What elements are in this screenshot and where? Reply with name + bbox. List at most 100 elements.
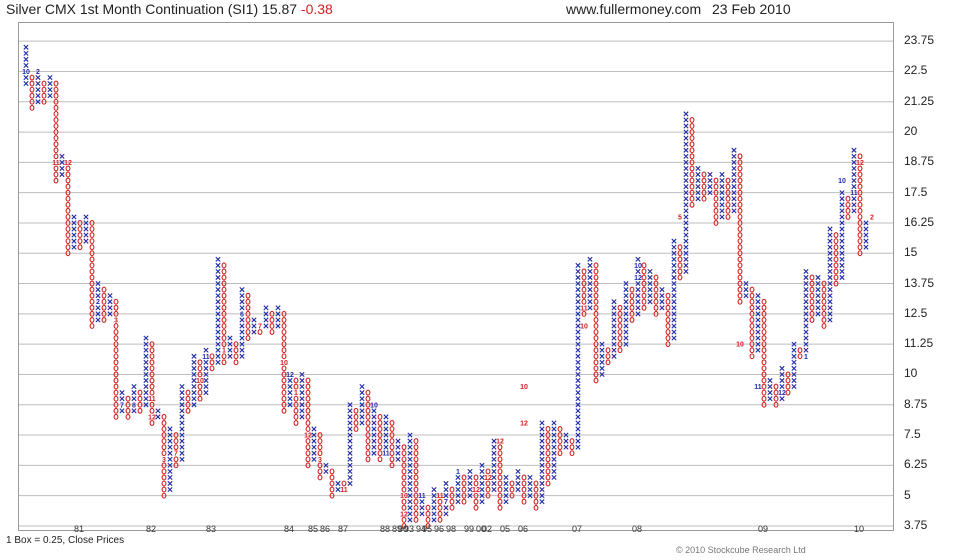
o-box xyxy=(533,504,539,511)
x-box xyxy=(287,383,293,390)
o-box xyxy=(161,426,167,432)
o-box xyxy=(161,438,167,445)
o-box xyxy=(221,304,227,311)
x-box xyxy=(587,256,593,262)
o-box xyxy=(89,262,95,269)
o-box xyxy=(689,171,695,178)
o-box xyxy=(77,244,83,251)
y-tick-label: 23.75 xyxy=(904,33,935,48)
o-box xyxy=(113,335,119,342)
o-box xyxy=(161,480,167,487)
x-box xyxy=(371,438,377,444)
o-box xyxy=(689,195,695,202)
o-box xyxy=(413,516,419,523)
x-column xyxy=(419,499,425,517)
x-box xyxy=(839,226,845,232)
x-box xyxy=(575,420,581,426)
x-box xyxy=(791,377,797,384)
x-box xyxy=(215,323,221,329)
x-box xyxy=(719,171,725,178)
pnf-chart: 10 211 12237 811123710111671012112311101112… xyxy=(19,40,893,529)
o-box xyxy=(641,304,647,311)
month-marker: 12 xyxy=(64,160,72,167)
x-box xyxy=(275,317,281,323)
title-text: Silver CMX 1st Month Continuation (SI1) … xyxy=(6,1,298,17)
x-box xyxy=(395,450,401,456)
x-box xyxy=(359,383,365,390)
x-column xyxy=(263,305,269,329)
o-box xyxy=(557,444,563,451)
o-box xyxy=(197,365,203,372)
o-box xyxy=(533,486,539,493)
o-box xyxy=(401,468,407,475)
o-box xyxy=(413,504,419,511)
o-box xyxy=(413,456,419,463)
x-box xyxy=(755,305,761,311)
x-box xyxy=(407,456,413,462)
o-box xyxy=(821,298,827,305)
x-box xyxy=(575,444,581,450)
x-box xyxy=(635,305,641,311)
o-box xyxy=(293,407,299,414)
x-box xyxy=(311,456,317,462)
month-marker: 12 xyxy=(286,372,294,379)
x-box xyxy=(491,456,497,462)
x-box xyxy=(299,383,305,390)
x-box xyxy=(191,353,197,359)
x-box xyxy=(179,444,185,450)
x-box xyxy=(623,323,629,329)
x-box xyxy=(539,468,545,474)
x-column xyxy=(311,426,317,462)
o-box xyxy=(401,456,407,463)
o-box xyxy=(857,201,863,208)
o-box xyxy=(389,450,395,457)
o-column xyxy=(77,220,83,251)
month-marker: 11 xyxy=(340,487,348,494)
x-box xyxy=(527,480,533,487)
o-column xyxy=(845,195,851,220)
o-box xyxy=(641,268,647,275)
x-box xyxy=(239,287,245,293)
o-box xyxy=(593,286,599,293)
x-box xyxy=(407,486,413,493)
x-box xyxy=(839,262,845,268)
x-box xyxy=(311,438,317,444)
o-box xyxy=(245,292,251,299)
o-column xyxy=(713,177,719,226)
x-box xyxy=(587,305,593,311)
o-box xyxy=(65,177,71,184)
month-marker: 11 xyxy=(754,384,762,391)
o-box xyxy=(65,238,71,245)
o-box xyxy=(161,468,167,475)
x-box xyxy=(203,390,209,396)
x-box xyxy=(395,456,401,462)
o-box xyxy=(653,304,659,311)
x-box xyxy=(179,438,185,444)
o-box xyxy=(761,316,767,323)
o-box xyxy=(581,274,587,281)
x-box xyxy=(347,450,353,456)
x-column xyxy=(731,147,737,214)
o-box xyxy=(221,274,227,281)
x-box xyxy=(167,474,173,481)
x-box xyxy=(731,153,737,159)
x-tick-label: 96 xyxy=(433,524,445,534)
o-box xyxy=(221,323,227,329)
o-box xyxy=(545,468,551,475)
x-box xyxy=(407,474,413,481)
o-box xyxy=(749,292,755,299)
month-marker: 10 xyxy=(520,384,528,391)
o-box xyxy=(233,353,239,360)
x-column xyxy=(647,268,653,305)
o-box xyxy=(149,359,155,366)
o-box xyxy=(209,353,215,360)
x-box xyxy=(827,305,833,311)
o-column xyxy=(821,280,827,329)
o-box xyxy=(833,232,839,239)
o-box xyxy=(581,268,587,275)
o-box xyxy=(365,389,371,396)
o-column xyxy=(461,474,467,505)
o-box xyxy=(353,407,359,414)
o-box xyxy=(149,383,155,390)
x-box xyxy=(215,287,221,293)
